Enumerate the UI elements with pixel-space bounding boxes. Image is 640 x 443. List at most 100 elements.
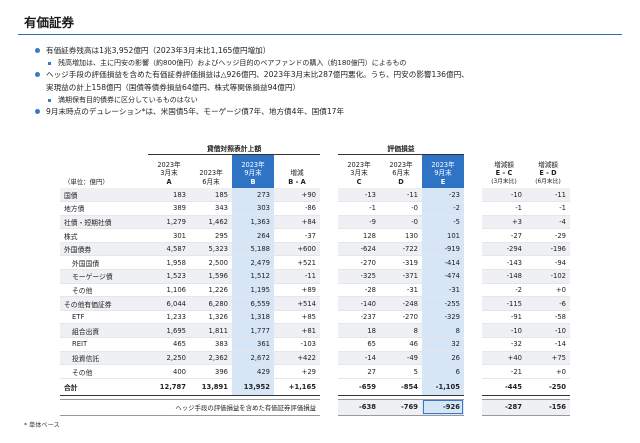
table-cell: -13 [338,188,380,203]
table-row: ETF 1,233 1,326 1,318 +85 -237 -270 -329 -91 -58 [60,310,570,325]
table-cell: -102 [526,269,570,284]
column-gap [320,351,338,365]
column-gap [464,337,482,352]
table-row: その他 1,106 1,226 1,195 +89 -28 -31 -31 -2 +0 [60,283,570,298]
table-cell: -854 [380,377,422,396]
table-cell: -10 [482,188,526,203]
column-gap [464,242,482,256]
hedge-value: -287 [482,398,526,416]
table-cell: 1,195 [232,283,274,298]
unit-label: （単位：億円） [64,177,109,186]
table-cell: +1,165 [274,377,320,396]
table-cell: -9 [338,215,380,230]
table-cell: -49 [380,351,422,366]
column-header-line: (3月末比) [491,178,517,185]
table-cell: 1,226 [190,283,232,298]
table-cell: 6,280 [190,296,232,311]
table-cell: -5 [422,215,464,230]
row-label: 国債 [60,188,148,203]
table-cell: 295 [190,228,232,243]
column-gap [464,351,482,365]
table-cell: -1 [482,201,526,216]
hedge-value: -926 [422,398,464,416]
row-label: 社債・短期社債 [60,215,148,230]
group-header-row: 貸借対照表計上額 評価損益 [60,140,570,155]
table-cell: -919 [422,242,464,257]
column-header-line: E - C [495,169,513,178]
table-cell: 2,479 [232,255,274,271]
balance-group-header: 貸借対照表計上額 [148,140,320,155]
table-cell: +84 [274,215,320,230]
column-gap [464,399,482,415]
table-cell: -414 [422,255,464,271]
column-gap [464,154,482,188]
table-cell: 343 [190,201,232,216]
table-cell: 12,787 [148,377,190,396]
table-cell: 2,362 [190,351,232,366]
column-header-line: 2023年 [347,160,371,169]
table-cell: 2,250 [148,351,190,366]
table-cell: 18 [338,323,380,339]
table-cell: 32 [422,337,464,352]
table-cell: -91 [482,310,526,325]
table-cell: 6,044 [148,296,190,311]
table-cell: -37 [274,228,320,243]
table-cell: 1,106 [148,283,190,298]
table-cell: -329 [422,310,464,325]
table-cell: -27 [482,228,526,243]
table-cell: +0 [526,364,570,379]
table-cell: +81 [274,323,320,339]
sub-bullet-item: 満期保有目的債券に区分しているものはない [34,94,624,106]
table-cell: -659 [338,377,380,396]
table-cell: -10 [482,323,526,339]
table-cell: 27 [338,364,380,379]
table-cell: -21 [482,364,526,379]
table-cell: 301 [148,228,190,243]
column-header: 2023年 6月末 [190,154,232,188]
column-gap [464,255,482,270]
table-cell: 26 [422,351,464,366]
column-gap [320,324,338,338]
column-header-line: 2023年 [199,169,223,178]
table-cell: 361 [232,337,274,352]
column-header-line: 2023年 [241,160,265,169]
table-cell: 5,323 [190,242,232,257]
table-cell: 46 [380,337,422,352]
column-gap [320,270,338,284]
table-cell: -94 [526,255,570,271]
column-gap [320,228,338,243]
column-header-line: 2023年 [431,160,455,169]
table-row: REIT 465 383 361 -103 65 46 32 -32 -14 [60,337,570,352]
table-cell: +40 [482,351,526,366]
table-cell: 389 [148,201,190,216]
column-gap [320,201,338,216]
table-cell: -250 [526,377,570,396]
table-cell: -11 [274,269,320,284]
table-cell: -148 [482,269,526,284]
table-cell: -1,105 [422,377,464,396]
hedge-value: -769 [380,398,422,416]
row-label: 外国債券 [60,242,148,257]
row-label: 株式 [60,228,148,243]
row-label: REIT [60,337,148,352]
table-cell: -14 [338,351,380,366]
table-cell: -624 [338,242,380,257]
column-header: 増減額 E - C (3月末比) [482,154,526,188]
table-row: 外国債券 4,587 5,323 5,188 +600 -624 -722 -919 -294-… [60,242,570,257]
table-cell: -325 [338,269,380,284]
column-gap [464,201,482,216]
column-gap [320,364,338,379]
row-label: 組合出資 [60,323,148,339]
table-cell: 1,777 [232,323,274,339]
table-cell: -140 [338,296,380,311]
table-cell: 13,891 [190,377,232,396]
column-gap [320,242,338,256]
table-cell: -11 [380,188,422,203]
hedge-value: -638 [338,398,380,416]
row-label: モーゲージ債 [60,269,148,284]
table-row: 投資信託 2,250 2,362 2,672 +422 -14 -49 26 +40 +75 [60,351,570,366]
table-cell: 13,952 [232,377,274,396]
table-cell: -2 [482,283,526,298]
table-cell: +85 [274,310,320,325]
table-cell: -86 [274,201,320,216]
